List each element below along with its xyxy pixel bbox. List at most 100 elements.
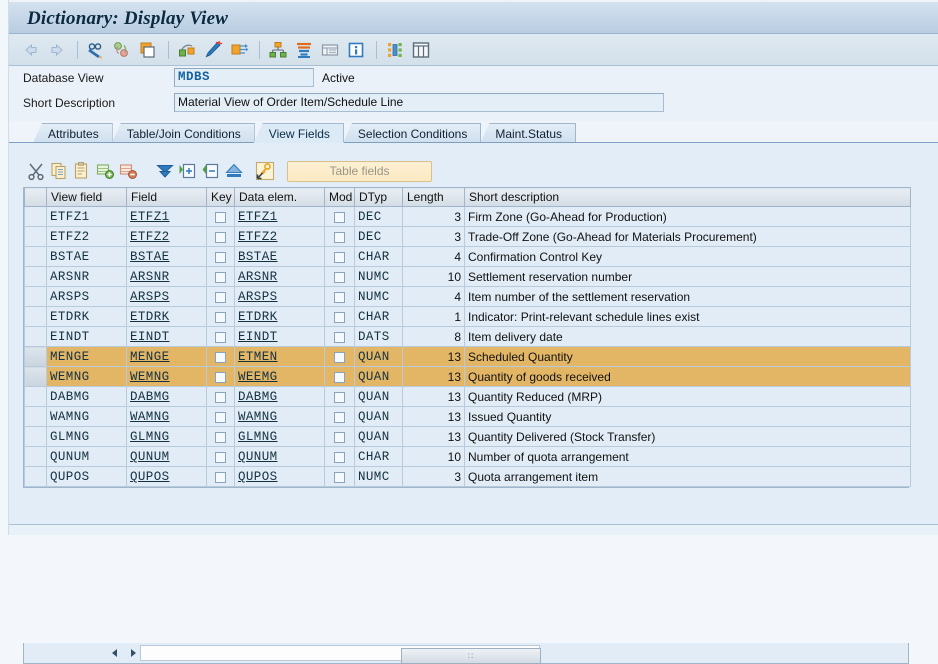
cell-key-checkbox[interactable] bbox=[206, 246, 235, 267]
table-row[interactable]: DABMG DABMG DABMG QUAN 13 Quantity Reduced (M… bbox=[24, 386, 911, 407]
row-selector[interactable] bbox=[24, 306, 47, 327]
table-row[interactable]: WEMNG WEMNG WEEMG QUAN 13 Quantity of goods r… bbox=[24, 366, 911, 387]
cell-key-checkbox[interactable] bbox=[206, 286, 235, 307]
table-row[interactable]: ARSNR ARSNR ARSNR NUMC 10 Settlement reservat… bbox=[24, 266, 911, 287]
activation-log-icon[interactable] bbox=[227, 38, 251, 62]
mod-checkbox[interactable] bbox=[334, 291, 345, 303]
cell-mod-checkbox[interactable] bbox=[324, 346, 355, 367]
row-selector[interactable] bbox=[24, 446, 47, 467]
mod-checkbox[interactable] bbox=[334, 251, 345, 263]
table-row[interactable]: MENGE MENGE ETMEN QUAN 13 Scheduled Quantity bbox=[24, 346, 911, 367]
col-header-mod[interactable]: Mod bbox=[324, 187, 355, 207]
col-header-data-elem[interactable]: Data elem. bbox=[234, 187, 325, 207]
data-element-link[interactable]: WAMNG bbox=[238, 410, 278, 424]
col-header-length[interactable]: Length bbox=[402, 187, 465, 207]
data-element-link[interactable]: ETMEN bbox=[238, 350, 278, 364]
cell-key-checkbox[interactable] bbox=[206, 306, 235, 327]
cell-key-checkbox[interactable] bbox=[206, 366, 235, 387]
key-checkbox[interactable] bbox=[215, 411, 226, 423]
revise-icon[interactable] bbox=[175, 38, 199, 62]
row-selector[interactable] bbox=[24, 346, 47, 367]
field-link[interactable]: ARSNR bbox=[130, 270, 170, 284]
col-header-dtyp[interactable]: DTyp bbox=[354, 187, 403, 207]
expand-icon[interactable] bbox=[177, 160, 199, 182]
cell-mod-checkbox[interactable] bbox=[324, 366, 355, 387]
row-selector[interactable] bbox=[24, 246, 47, 267]
back-icon[interactable] bbox=[19, 38, 43, 62]
table-row[interactable]: GLMNG GLMNG GLMNG QUAN 13 Quantity Delivered … bbox=[24, 426, 911, 447]
select-all-header[interactable] bbox=[24, 187, 47, 207]
key-checkbox[interactable] bbox=[215, 351, 226, 363]
key-checkbox[interactable] bbox=[215, 331, 226, 343]
short-description-input[interactable]: Material View of Order Item/Schedule Lin… bbox=[174, 93, 664, 112]
tab-maint-status[interactable]: Maint.Status bbox=[480, 123, 577, 143]
row-selector[interactable] bbox=[24, 366, 47, 387]
mod-checkbox[interactable] bbox=[334, 351, 345, 363]
row-selector[interactable] bbox=[24, 266, 47, 287]
field-link[interactable]: ETFZ1 bbox=[130, 210, 170, 224]
activate-icon[interactable] bbox=[201, 38, 225, 62]
database-view-input[interactable]: MDBS bbox=[174, 68, 314, 87]
sort-down-icon[interactable] bbox=[154, 160, 176, 182]
cut-icon[interactable] bbox=[25, 160, 47, 182]
scroll-right-arrow[interactable] bbox=[126, 646, 140, 660]
paste-icon[interactable] bbox=[71, 160, 93, 182]
cell-mod-checkbox[interactable] bbox=[324, 286, 355, 307]
key-fields-icon[interactable] bbox=[254, 160, 276, 182]
scrollbar-track[interactable]: ∶∶ bbox=[140, 645, 541, 664]
mod-checkbox[interactable] bbox=[334, 311, 345, 323]
field-link[interactable]: EINDT bbox=[130, 330, 170, 344]
field-link[interactable]: BSTAE bbox=[130, 250, 170, 264]
table-row[interactable]: QUNUM QUNUM QUNUM CHAR 10 Number of quota arr… bbox=[24, 446, 911, 467]
data-element-link[interactable]: ARSNR bbox=[238, 270, 278, 284]
col-header-short-description[interactable]: Short description bbox=[464, 187, 911, 207]
grid-icon[interactable] bbox=[409, 38, 433, 62]
field-link[interactable]: QUNUM bbox=[130, 450, 170, 464]
display-change-icon[interactable] bbox=[84, 38, 108, 62]
data-element-link[interactable]: ETDRK bbox=[238, 310, 278, 324]
cell-key-checkbox[interactable] bbox=[206, 206, 235, 227]
cell-mod-checkbox[interactable] bbox=[324, 206, 355, 227]
scroll-left-arrow[interactable] bbox=[108, 646, 122, 660]
tab-view-fields[interactable]: View Fields bbox=[253, 123, 344, 143]
mod-checkbox[interactable] bbox=[334, 231, 345, 243]
copy-icon[interactable] bbox=[48, 160, 70, 182]
table-row[interactable]: ETFZ1 ETFZ1 ETFZ1 DEC 3 Firm Zone (Go-Ahead f… bbox=[24, 206, 911, 227]
cell-mod-checkbox[interactable] bbox=[324, 386, 355, 407]
mod-checkbox[interactable] bbox=[334, 331, 345, 343]
key-checkbox[interactable] bbox=[215, 231, 226, 243]
table-row[interactable]: BSTAE BSTAE BSTAE CHAR 4 Confirmation Control… bbox=[24, 246, 911, 267]
table-contents-icon[interactable] bbox=[318, 38, 342, 62]
col-header-view-field[interactable]: View field bbox=[46, 187, 127, 207]
row-selector[interactable] bbox=[24, 466, 47, 487]
scrollbar-thumb[interactable]: ∶∶ bbox=[401, 648, 541, 664]
col-header-key[interactable]: Key bbox=[206, 187, 235, 207]
key-checkbox[interactable] bbox=[215, 291, 226, 303]
table-fields-button[interactable]: Table fields bbox=[287, 160, 432, 182]
key-checkbox[interactable] bbox=[215, 211, 226, 223]
cell-key-checkbox[interactable] bbox=[206, 326, 235, 347]
field-link[interactable]: WAMNG bbox=[130, 410, 170, 424]
key-checkbox[interactable] bbox=[215, 311, 226, 323]
field-link[interactable]: WEMNG bbox=[130, 370, 170, 384]
cell-mod-checkbox[interactable] bbox=[324, 446, 355, 467]
cell-key-checkbox[interactable] bbox=[206, 466, 235, 487]
runtime-object-icon[interactable] bbox=[383, 38, 407, 62]
key-checkbox[interactable] bbox=[215, 451, 226, 463]
tab-attributes[interactable]: Attributes bbox=[33, 123, 113, 143]
key-checkbox[interactable] bbox=[215, 271, 226, 283]
mod-checkbox[interactable] bbox=[334, 271, 345, 283]
row-selector[interactable] bbox=[24, 206, 47, 227]
insert-row-icon[interactable] bbox=[94, 160, 116, 182]
cell-key-checkbox[interactable] bbox=[206, 266, 235, 287]
data-element-link[interactable]: GLMNG bbox=[238, 430, 278, 444]
cell-key-checkbox[interactable] bbox=[206, 386, 235, 407]
key-checkbox[interactable] bbox=[215, 431, 226, 443]
cell-mod-checkbox[interactable] bbox=[324, 226, 355, 247]
cell-key-checkbox[interactable] bbox=[206, 226, 235, 247]
field-link[interactable]: DABMG bbox=[130, 390, 170, 404]
mod-checkbox[interactable] bbox=[334, 471, 345, 483]
field-link[interactable]: ARSPS bbox=[130, 290, 170, 304]
hierarchy-icon[interactable] bbox=[266, 38, 290, 62]
mod-checkbox[interactable] bbox=[334, 391, 345, 403]
